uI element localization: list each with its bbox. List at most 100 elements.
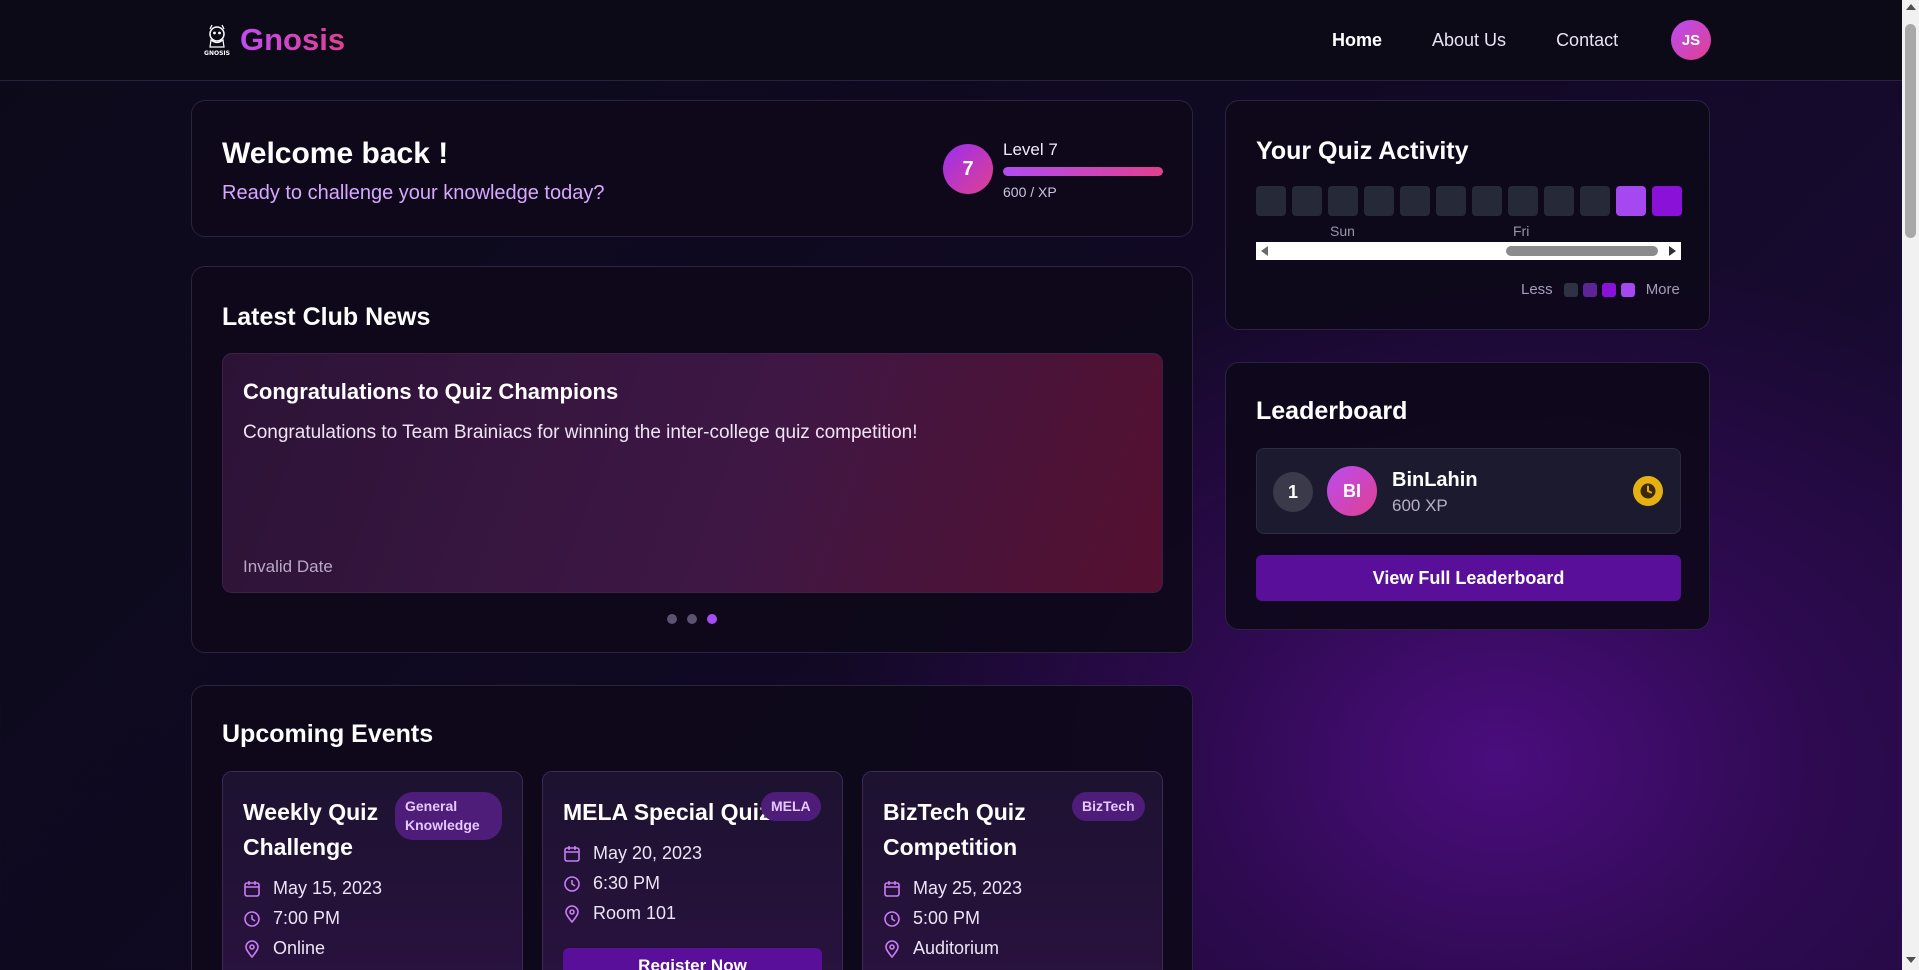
event-time: 6:30 PM — [593, 873, 661, 893]
rank-badge: 1 — [1273, 472, 1313, 512]
event-time-row: 7:00 PM — [243, 908, 340, 929]
event-category-tag: BizTech — [1072, 792, 1145, 821]
event-location-row: Online — [243, 938, 325, 959]
carousel-dot[interactable] — [667, 614, 677, 624]
news-date: Invalid Date — [243, 557, 333, 576]
event-category-tag: General Knowledge — [395, 792, 502, 840]
event-title: BizTech Quiz Competition — [883, 799, 1026, 860]
level-label: Level 7 — [1003, 140, 1058, 159]
legend-swatch — [1620, 282, 1635, 297]
map-pin-icon — [243, 939, 261, 958]
upcoming-events-card: Upcoming Events Weekly Quiz Challenge Ge… — [191, 685, 1193, 970]
activity-heatmap — [1256, 186, 1682, 216]
clock-icon — [563, 875, 581, 893]
map-pin-icon — [883, 939, 901, 958]
leaderboard-title: Leaderboard — [1256, 397, 1408, 425]
gnosis-logo-icon: GNOSIS — [204, 24, 230, 57]
carousel-dots — [667, 614, 717, 624]
scroll-left-arrow-icon[interactable] — [1261, 246, 1268, 256]
legend-less-label: Less — [1521, 281, 1553, 298]
welcome-card: Welcome back ! Ready to challenge your k… — [191, 100, 1193, 237]
logo-wordmark: GNOSIS — [204, 50, 230, 57]
event-date: May 25, 2023 — [913, 878, 1023, 898]
activity-cell[interactable] — [1436, 186, 1466, 216]
day-label-fri: Fri — [1513, 223, 1530, 239]
activity-cell[interactable] — [1328, 186, 1358, 216]
event-location-row: Room 101 — [563, 903, 676, 924]
event-location: Room 101 — [593, 903, 677, 923]
carousel-dot[interactable] — [687, 614, 697, 624]
view-full-leaderboard-button[interactable]: View Full Leaderboard — [1256, 555, 1681, 601]
heatmap-legend: Less More — [1521, 281, 1680, 298]
event-card[interactable]: MELA Special Quiz MELA May 20, 2023 6:30… — [542, 771, 843, 970]
brand-logo[interactable]: GNOSIS Gnosis — [200, 22, 345, 58]
page-scrollbar-thumb[interactable] — [1905, 24, 1916, 238]
day-label-sun: Sun — [1330, 223, 1355, 239]
activity-title: Your Quiz Activity — [1256, 137, 1469, 165]
xp-progress-fill — [1003, 167, 1163, 176]
page-scrollbar[interactable] — [1902, 0, 1919, 970]
activity-cell[interactable] — [1256, 186, 1286, 216]
activity-cell[interactable] — [1472, 186, 1502, 216]
activity-cell[interactable] — [1580, 186, 1610, 216]
nav-link-home[interactable]: Home — [1332, 30, 1382, 51]
scroll-right-arrow-icon[interactable] — [1669, 246, 1676, 256]
event-time-row: 5:00 PM — [883, 908, 980, 929]
scroll-up-arrow-icon[interactable] — [1906, 4, 1916, 10]
leaderboard-row[interactable]: 1 BI BinLahin 600 XP — [1256, 448, 1681, 534]
news-headline: Congratulations to Quiz Champions — [243, 379, 619, 404]
news-body: Congratulations to Team Brainiacs for wi… — [243, 422, 918, 443]
event-title: Weekly Quiz Challenge — [243, 799, 379, 860]
event-location-row: Auditorium — [883, 938, 999, 959]
activity-cell[interactable] — [1400, 186, 1430, 216]
event-date-row: May 25, 2023 — [883, 878, 1022, 899]
avatar: BI — [1327, 466, 1377, 516]
activity-cell[interactable] — [1364, 186, 1394, 216]
leader-name: BinLahin — [1392, 469, 1478, 491]
clock-icon — [1633, 476, 1663, 506]
event-date: May 15, 2023 — [273, 878, 383, 898]
news-slide[interactable]: Congratulations to Quiz Champions Congra… — [222, 353, 1163, 593]
activity-cell[interactable] — [1508, 186, 1538, 216]
legend-swatch — [1601, 282, 1616, 297]
event-date: May 20, 2023 — [593, 843, 703, 863]
event-date-row: May 15, 2023 — [243, 878, 382, 899]
legend-swatch — [1582, 282, 1597, 297]
clock-icon — [243, 910, 261, 928]
news-section-title: Latest Club News — [222, 303, 431, 331]
register-now-button[interactable]: Register Now — [563, 948, 822, 970]
top-navbar: GNOSIS Gnosis Home About Us Contact JS — [0, 0, 1902, 81]
event-time-row: 6:30 PM — [563, 873, 660, 894]
activity-cell[interactable] — [1544, 186, 1574, 216]
map-pin-icon — [563, 904, 581, 923]
leader-xp: 600 XP — [1392, 496, 1448, 515]
heatmap-horizontal-scrollbar[interactable] — [1256, 242, 1681, 260]
event-card[interactable]: BizTech Quiz Competition BizTech May 25,… — [862, 771, 1163, 970]
calendar-icon — [243, 880, 261, 898]
xp-text: 600 / XP — [1003, 184, 1057, 200]
activity-cell[interactable] — [1292, 186, 1322, 216]
main-nav: Home About Us Contact — [1332, 30, 1668, 51]
user-avatar[interactable]: JS — [1671, 20, 1711, 60]
welcome-subtitle: Ready to challenge your knowledge today? — [222, 182, 605, 204]
event-location: Auditorium — [913, 938, 1000, 958]
carousel-dot[interactable] — [707, 614, 717, 624]
brand-name: Gnosis — [240, 22, 346, 57]
event-card[interactable]: Weekly Quiz Challenge General Knowledge … — [222, 771, 523, 970]
event-title: MELA Special Quiz — [563, 799, 771, 825]
nav-link-about-us[interactable]: About Us — [1432, 30, 1506, 51]
nav-link-contact[interactable]: Contact — [1556, 30, 1618, 51]
calendar-icon — [563, 845, 581, 863]
event-date-row: May 20, 2023 — [563, 843, 702, 864]
legend-swatch — [1563, 282, 1578, 297]
activity-cell[interactable] — [1652, 186, 1682, 216]
legend-more-label: More — [1645, 281, 1680, 298]
event-time: 7:00 PM — [273, 908, 341, 928]
scroll-down-arrow-icon[interactable] — [1906, 957, 1916, 963]
event-location: Online — [273, 938, 326, 958]
scrollbar-thumb[interactable] — [1506, 246, 1658, 256]
club-news-card: Latest Club News Congratulations to Quiz… — [191, 266, 1193, 653]
event-time: 5:00 PM — [913, 908, 981, 928]
quiz-activity-card: Your Quiz Activity Sun Fri Less More — [1225, 100, 1710, 330]
activity-cell[interactable] — [1616, 186, 1646, 216]
